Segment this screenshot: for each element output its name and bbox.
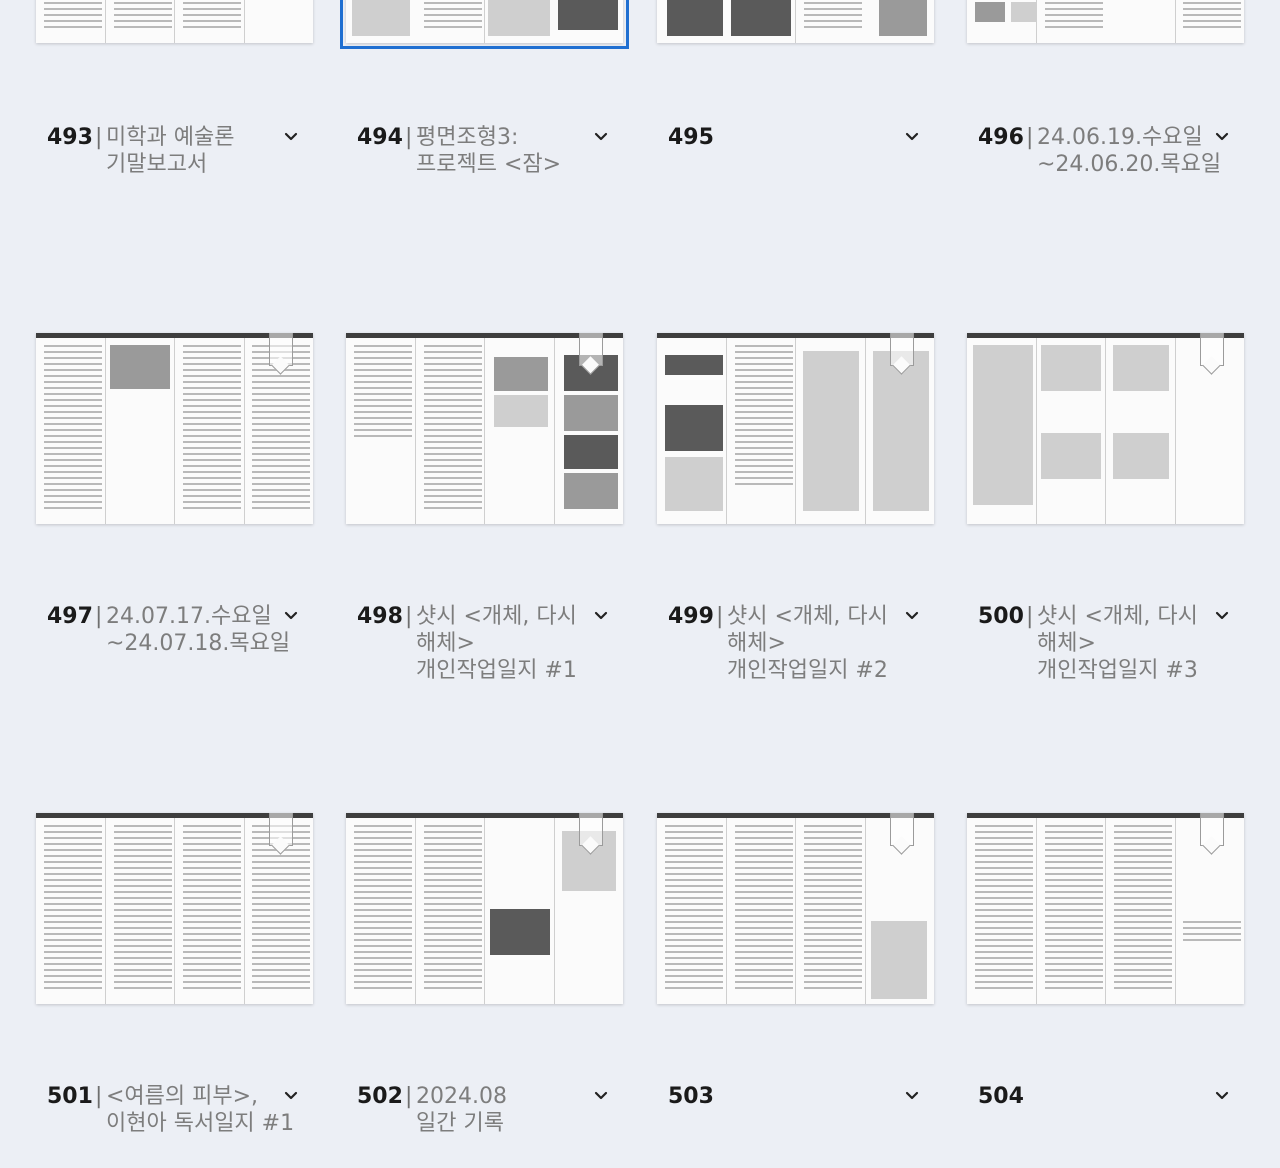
bookmark-icon[interactable]: [890, 813, 914, 846]
page-title: 24.07.17.수요일 ~24.07.18.목요일: [106, 604, 291, 656]
chevron-down-icon[interactable]: [1210, 124, 1234, 151]
page-number: 499: [668, 604, 714, 629]
page-title: 샷시 <개체, 다시 해체> 개인작업일지 #2: [727, 604, 888, 683]
page-number: 503: [668, 1084, 714, 1109]
bookmark-icon[interactable]: [579, 813, 603, 846]
page-thumbnail[interactable]: [36, 0, 313, 43]
chevron-down-icon[interactable]: [279, 1083, 303, 1110]
page-thumbnail[interactable]: [657, 813, 934, 1004]
page-thumbnail[interactable]: [967, 0, 1244, 43]
bookmark-icon[interactable]: [890, 333, 914, 366]
separator: |: [405, 1084, 413, 1109]
page-thumbnail[interactable]: [346, 333, 623, 524]
page-title: 평면조형3: 프로젝트 <잠>: [416, 125, 562, 177]
page-thumbnail[interactable]: [36, 333, 313, 524]
chevron-down-icon[interactable]: [279, 124, 303, 151]
page-number: 501: [47, 1084, 93, 1109]
chevron-down-icon[interactable]: [900, 603, 924, 630]
page-title: 2024.08 일간 기록: [416, 1084, 507, 1136]
page-number: 495: [668, 125, 714, 150]
separator: |: [95, 1084, 103, 1109]
bookmark-icon[interactable]: [1200, 333, 1224, 366]
bookmark-icon[interactable]: [269, 333, 293, 366]
chevron-down-icon[interactable]: [900, 124, 924, 151]
page-number: 496: [978, 125, 1024, 150]
chevron-down-icon[interactable]: [589, 1083, 613, 1110]
page-number: 497: [47, 604, 93, 629]
page-thumbnail[interactable]: [346, 813, 623, 1004]
page-number: 502: [357, 1084, 403, 1109]
chevron-down-icon[interactable]: [279, 603, 303, 630]
page-title: 샷시 <개체, 다시 해체> 개인작업일지 #1: [416, 604, 577, 683]
page-thumbnail[interactable]: [36, 813, 313, 1004]
page-thumbnail[interactable]: [657, 0, 934, 43]
page-title: 미학과 예술론 기말보고서: [106, 125, 235, 177]
separator: |: [1026, 125, 1034, 150]
separator: |: [716, 604, 724, 629]
bookmark-icon[interactable]: [269, 813, 293, 846]
bookmark-icon[interactable]: [579, 333, 603, 366]
page-number: 494: [357, 125, 403, 150]
page-thumbnail[interactable]: [967, 813, 1244, 1004]
chevron-down-icon[interactable]: [589, 603, 613, 630]
page-thumbnail[interactable]: [967, 333, 1244, 524]
page-title: 샷시 <개체, 다시 해체> 개인작업일지 #3: [1037, 604, 1198, 683]
separator: |: [405, 125, 413, 150]
separator: |: [1026, 604, 1034, 629]
chevron-down-icon[interactable]: [589, 124, 613, 151]
page-title: 24.06.19.수요일 ~24.06.20.목요일: [1037, 125, 1222, 177]
page-title: <여름의 피부>, 이현아 독서일지 #1: [106, 1084, 295, 1136]
page-number: 500: [978, 604, 1024, 629]
page-thumbnail[interactable]: [340, 0, 629, 49]
document-grid: 493 | 미학과 예술론 기말보고서 494 | 평면조형3: 프로젝트 <잠…: [0, 0, 1280, 1168]
chevron-down-icon[interactable]: [1210, 603, 1234, 630]
separator: |: [405, 604, 413, 629]
separator: |: [95, 125, 103, 150]
chevron-down-icon[interactable]: [1210, 1083, 1234, 1110]
page-number: 504: [978, 1084, 1024, 1109]
page-thumbnail[interactable]: [657, 333, 934, 524]
chevron-down-icon[interactable]: [900, 1083, 924, 1110]
page-number: 493: [47, 125, 93, 150]
page-number: 498: [357, 604, 403, 629]
bookmark-icon[interactable]: [1200, 813, 1224, 846]
separator: |: [95, 604, 103, 629]
